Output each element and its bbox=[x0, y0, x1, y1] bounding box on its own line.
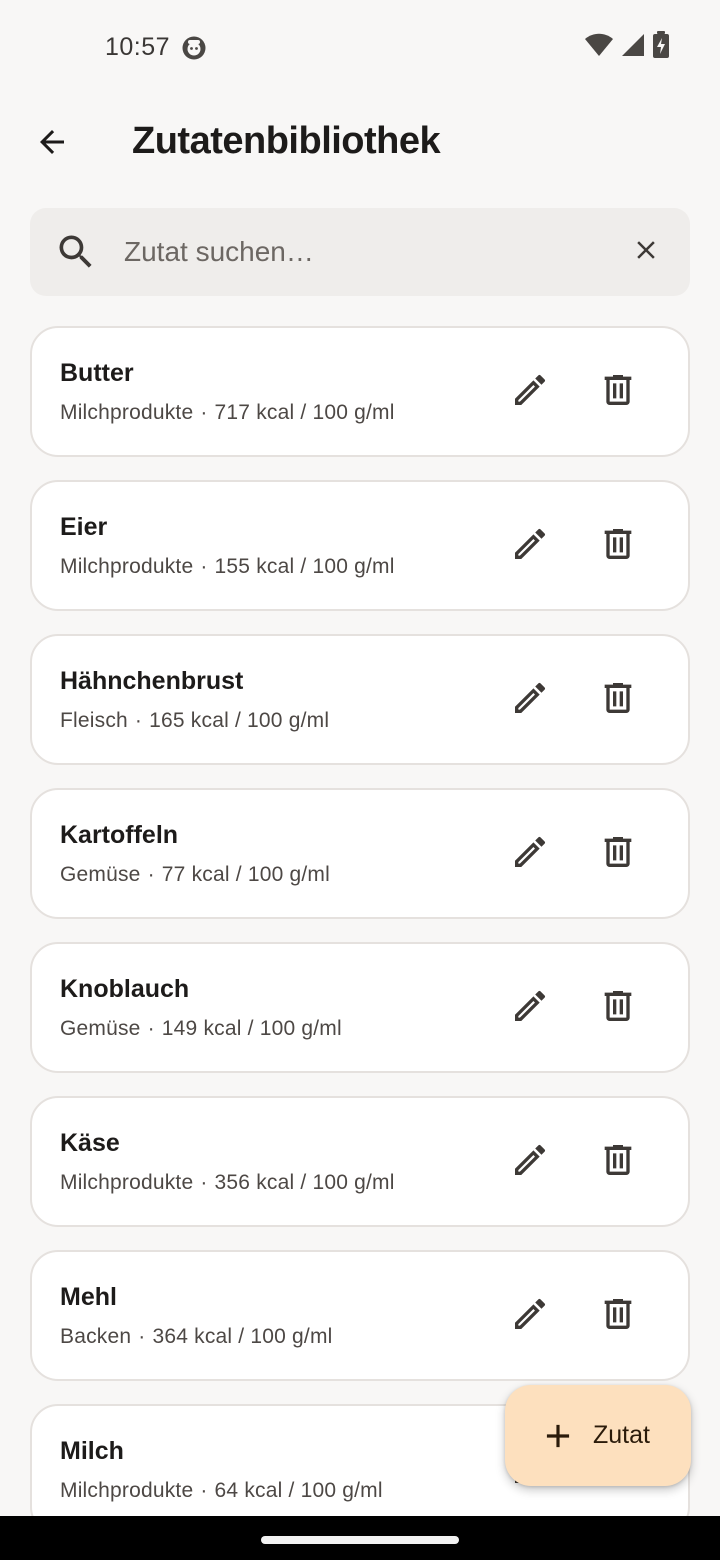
pencil-icon bbox=[510, 1294, 550, 1339]
list-item[interactable]: Eier Milchprodukte · 155 kcal / 100 g/ml bbox=[30, 480, 690, 611]
ingredient-meta: Fleisch · 165 kcal / 100 g/ml bbox=[60, 709, 329, 733]
system-navigation-bar bbox=[0, 1516, 720, 1560]
ingredient-category: Backen bbox=[60, 1325, 132, 1348]
list-item[interactable]: Mehl Backen · 364 kcal / 100 g/ml bbox=[30, 1250, 690, 1381]
ingredient-name: Hähnchenbrust bbox=[60, 667, 244, 695]
edit-button[interactable] bbox=[505, 675, 555, 725]
ingredient-category: Milchprodukte bbox=[60, 1479, 194, 1502]
ingredient-kcal: 155 kcal / 100 g/ml bbox=[214, 555, 395, 578]
trash-icon bbox=[598, 1140, 638, 1185]
list-item[interactable]: Kartoffeln Gemüse · 77 kcal / 100 g/ml bbox=[30, 788, 690, 919]
ingredient-name: Butter bbox=[60, 359, 134, 387]
edit-button[interactable] bbox=[505, 1137, 555, 1187]
search-icon bbox=[54, 230, 98, 274]
page-title: Zutatenbibliothek bbox=[132, 120, 441, 162]
ingredient-name: Mehl bbox=[60, 1283, 117, 1311]
delete-button[interactable] bbox=[593, 1137, 643, 1187]
ingredient-name: Kartoffeln bbox=[60, 821, 179, 849]
ingredient-meta: Milchprodukte · 64 kcal / 100 g/ml bbox=[60, 1479, 383, 1503]
trash-icon bbox=[598, 524, 638, 569]
top-app-bar: Zutatenbibliothek bbox=[0, 96, 720, 188]
arrow-back-icon bbox=[34, 124, 70, 165]
status-bar: 10:57 bbox=[0, 0, 720, 96]
ingredient-name: Knoblauch bbox=[60, 975, 190, 1003]
back-button[interactable] bbox=[22, 114, 82, 174]
wifi-icon bbox=[584, 32, 614, 63]
pencil-icon bbox=[510, 832, 550, 877]
delete-button[interactable] bbox=[593, 829, 643, 879]
ingredient-name: Käse bbox=[60, 1129, 120, 1157]
app-notification-icon bbox=[181, 35, 207, 61]
ingredient-meta: Gemüse · 77 kcal / 100 g/ml bbox=[60, 863, 330, 887]
cell-signal-icon bbox=[620, 32, 646, 63]
ingredient-kcal: 356 kcal / 100 g/ml bbox=[214, 1171, 395, 1194]
meta-separator: · bbox=[200, 1171, 208, 1194]
battery-charging-icon bbox=[652, 30, 670, 64]
ingredient-category: Milchprodukte bbox=[60, 1171, 194, 1194]
list-item[interactable]: Knoblauch Gemüse · 149 kcal / 100 g/ml bbox=[30, 942, 690, 1073]
plus-icon bbox=[539, 1417, 577, 1455]
ingredient-name: Milch bbox=[60, 1437, 124, 1465]
add-ingredient-fab[interactable]: Zutat bbox=[505, 1385, 691, 1486]
delete-button[interactable] bbox=[593, 521, 643, 571]
ingredient-category: Gemüse bbox=[60, 863, 141, 886]
trash-icon bbox=[598, 678, 638, 723]
edit-button[interactable] bbox=[505, 367, 555, 417]
trash-icon bbox=[598, 370, 638, 415]
delete-button[interactable] bbox=[593, 675, 643, 725]
ingredient-meta: Milchprodukte · 155 kcal / 100 g/ml bbox=[60, 555, 395, 579]
ingredient-kcal: 149 kcal / 100 g/ml bbox=[161, 1017, 342, 1040]
ingredient-category: Gemüse bbox=[60, 1017, 141, 1040]
ingredient-kcal: 364 kcal / 100 g/ml bbox=[152, 1325, 333, 1348]
close-icon bbox=[631, 235, 661, 270]
status-icons bbox=[584, 30, 670, 64]
meta-separator: · bbox=[147, 863, 155, 886]
ingredient-category: Milchprodukte bbox=[60, 555, 194, 578]
delete-button[interactable] bbox=[593, 1291, 643, 1341]
meta-separator: · bbox=[200, 1479, 208, 1502]
edit-button[interactable] bbox=[505, 829, 555, 879]
ingredient-kcal: 77 kcal / 100 g/ml bbox=[161, 863, 330, 886]
ingredient-kcal: 165 kcal / 100 g/ml bbox=[149, 709, 330, 732]
ingredient-list: Butter Milchprodukte · 717 kcal / 100 g/ml… bbox=[30, 326, 690, 1558]
edit-button[interactable] bbox=[505, 983, 555, 1033]
trash-icon bbox=[598, 832, 638, 877]
list-item[interactable]: Hähnchenbrust Fleisch · 165 kcal / 100 g/m… bbox=[30, 634, 690, 765]
meta-separator: · bbox=[200, 401, 208, 424]
search-input[interactable] bbox=[124, 226, 604, 278]
meta-separator: · bbox=[200, 555, 208, 578]
list-item[interactable]: Käse Milchprodukte · 356 kcal / 100 g/ml bbox=[30, 1096, 690, 1227]
pencil-icon bbox=[510, 524, 550, 569]
status-time: 10:57 bbox=[105, 33, 171, 61]
ingredient-meta: Milchprodukte · 356 kcal / 100 g/ml bbox=[60, 1171, 395, 1195]
ingredient-kcal: 64 kcal / 100 g/ml bbox=[214, 1479, 383, 1502]
meta-separator: · bbox=[134, 709, 143, 732]
pencil-icon bbox=[510, 986, 550, 1031]
edit-button[interactable] bbox=[505, 1291, 555, 1341]
screen: 10:57 Zutatenbibliothek Zutat suchen… Bu… bbox=[0, 0, 720, 1560]
meta-separator: · bbox=[147, 1017, 155, 1040]
fab-label: Zutat bbox=[593, 1421, 650, 1449]
edit-button[interactable] bbox=[505, 521, 555, 571]
ingredient-category: Fleisch bbox=[60, 709, 128, 732]
clear-search-button[interactable] bbox=[624, 230, 668, 274]
ingredient-meta: Backen · 364 kcal / 100 g/ml bbox=[60, 1325, 333, 1349]
ingredient-name: Eier bbox=[60, 513, 108, 541]
delete-button[interactable] bbox=[593, 367, 643, 417]
trash-icon bbox=[598, 986, 638, 1031]
ingredient-meta: Milchprodukte · 717 kcal / 100 g/ml bbox=[60, 401, 395, 425]
home-indicator[interactable] bbox=[261, 1536, 459, 1544]
ingredient-category: Milchprodukte bbox=[60, 401, 194, 424]
delete-button[interactable] bbox=[593, 983, 643, 1033]
pencil-icon bbox=[510, 678, 550, 723]
pencil-icon bbox=[510, 370, 550, 415]
trash-icon bbox=[598, 1294, 638, 1339]
meta-separator: · bbox=[138, 1325, 146, 1348]
search-bar bbox=[30, 208, 690, 296]
pencil-icon bbox=[510, 1140, 550, 1185]
ingredient-kcal: 717 kcal / 100 g/ml bbox=[214, 401, 395, 424]
list-item[interactable]: Butter Milchprodukte · 717 kcal / 100 g/ml bbox=[30, 326, 690, 457]
ingredient-meta: Gemüse · 149 kcal / 100 g/ml bbox=[60, 1017, 342, 1041]
